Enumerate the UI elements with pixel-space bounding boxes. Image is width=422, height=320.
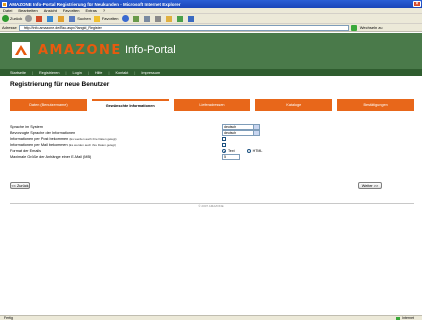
address-input[interactable]: http://info.amazone.de/Bsc.aspx?langid_R… (18, 24, 349, 31)
email-format-html-radio[interactable] (246, 149, 251, 153)
zone-label: Internet (402, 316, 414, 320)
email-format-html-label: HTML (252, 149, 263, 153)
info-email-checkbox[interactable] (222, 143, 226, 147)
messenger-button[interactable] (176, 15, 185, 22)
portal-name: Info-Portal (125, 44, 176, 56)
back-button[interactable]: << Zurück (10, 182, 30, 189)
step-catalogs[interactable]: Kataloge (255, 99, 333, 111)
go-label[interactable]: Wechseln zu (360, 25, 383, 30)
address-label: Adresse (2, 25, 17, 30)
status-text: Fertig (4, 316, 13, 320)
form-row-max-size: Maximale Größe der Anhänge einer E-Mail … (10, 154, 414, 160)
max-size-input[interactable]: 5 (222, 154, 240, 160)
refresh-icon (47, 15, 54, 22)
favorites-label: Favoriten (101, 16, 119, 21)
brand-logo-text: AMAZONE (38, 43, 122, 58)
preferences-form: Sprache im System deutsch Bevorzugte Spr… (10, 124, 414, 160)
home-button[interactable] (58, 15, 66, 22)
media-icon (121, 15, 129, 22)
copyright-text: © 2007 AMAZONE (198, 204, 224, 208)
security-zone: Internet (396, 316, 414, 320)
info-email-label-text: Informationen per Mail bekommen (10, 143, 68, 147)
forward-nav-button[interactable] (25, 15, 33, 22)
menu-file[interactable]: Datei (3, 8, 12, 13)
step-desired-info[interactable]: Gewünschte Informationen (91, 99, 169, 111)
nav-register[interactable]: Registrieren (39, 71, 59, 75)
amazone-logo-icon (12, 42, 30, 58)
next-button[interactable]: Weiter >> (358, 182, 382, 189)
step-delivery-addresses[interactable]: Lieferadressen (173, 99, 251, 111)
messenger-icon (176, 15, 183, 22)
registration-steps: Daten (Benutzername) Gewünschte Informat… (10, 99, 414, 111)
window-title: AMAZONE Info-Portal Registrierung für Ne… (9, 1, 181, 7)
info-post-label-text: Informationen per Post bekommen (10, 137, 69, 141)
info-email-label: Informationen per Mail bekommen (Es werd… (10, 143, 116, 147)
page-title: Registrierung für neue Benutzer (10, 81, 110, 88)
research-button[interactable] (187, 15, 196, 22)
site-banner: AMAZONE Info-Portal (0, 33, 422, 69)
refresh-button[interactable] (47, 15, 55, 22)
research-icon (187, 15, 194, 22)
info-language-label: Bevorzugte Sprache der Informationen (10, 131, 76, 135)
info-post-label: Informationen per Post bekommen (Es werd… (10, 137, 117, 141)
forward-arrow-icon (25, 15, 33, 22)
print-button[interactable] (154, 15, 163, 22)
internet-zone-icon (396, 316, 401, 320)
stop-icon (36, 15, 43, 22)
stop-button[interactable] (36, 15, 44, 22)
favorites-button[interactable]: Favoriten (93, 15, 119, 22)
info-email-note: (Es werden auch ihre Daten gelegt) (68, 143, 116, 147)
window-titlebar: AMAZONE Info-Portal Registrierung für Ne… (0, 0, 422, 8)
info-language-select[interactable]: deutsch (222, 130, 260, 136)
home-icon (58, 15, 65, 22)
mail-icon (143, 15, 150, 22)
star-icon (93, 15, 100, 22)
folder-button[interactable] (165, 15, 174, 22)
search-label: Suchen (77, 16, 91, 21)
nav-imprint[interactable]: Impressum (141, 71, 160, 75)
nav-home[interactable]: Startseite (10, 71, 26, 75)
nav-contact[interactable]: Kontakt (115, 71, 128, 75)
close-window-button[interactable]: × (413, 1, 421, 7)
ie-app-icon (2, 1, 7, 7)
nav-login[interactable]: Login (73, 71, 82, 75)
site-nav: Startseite | Registrieren | Login | Hilfe | … (0, 69, 422, 76)
menu-view[interactable]: Ansicht (44, 8, 57, 13)
history-button[interactable] (132, 15, 141, 22)
back-arrow-icon (2, 15, 9, 22)
print-icon (154, 15, 161, 22)
info-post-note: (Es werden auch ihre Daten gelegt) (69, 137, 117, 141)
search-icon (69, 15, 76, 22)
menu-help[interactable]: ? (103, 8, 105, 13)
menu-favorites[interactable]: Favoriten (63, 8, 80, 13)
folder-icon (165, 15, 172, 22)
system-language-select[interactable]: deutsch (222, 124, 260, 130)
menu-tools[interactable]: Extras (86, 8, 97, 13)
history-icon (132, 15, 139, 22)
info-post-checkbox[interactable] (222, 137, 226, 141)
search-button[interactable]: Suchen (69, 15, 91, 22)
nav-help[interactable]: Hilfe (95, 71, 103, 75)
back-nav-label: Zurück (10, 16, 23, 21)
email-format-label: Format der Emails (10, 149, 42, 153)
menu-edit[interactable]: Bearbeiten (18, 8, 37, 13)
max-size-label: Maximale Größe der Anhänge einer E-Mail … (10, 155, 92, 159)
step-user-data[interactable]: Daten (Benutzername) (10, 99, 87, 111)
email-format-text-label: Text (228, 149, 235, 153)
email-format-text-radio[interactable] (222, 149, 226, 153)
browser-toolbar: Zurück Suchen Favoriten (0, 14, 422, 24)
mail-button[interactable] (143, 15, 152, 22)
media-button[interactable] (121, 15, 130, 22)
system-language-label: Sprache im System (10, 125, 43, 129)
step-confirmations[interactable]: Bestätigungen (337, 99, 414, 111)
status-bar: Fertig Internet (0, 315, 422, 320)
address-bar: Adresse http://info.amazone.de/Bsc.aspx?… (0, 24, 422, 32)
back-nav-button[interactable]: Zurück (2, 15, 22, 22)
go-button[interactable] (350, 24, 357, 31)
